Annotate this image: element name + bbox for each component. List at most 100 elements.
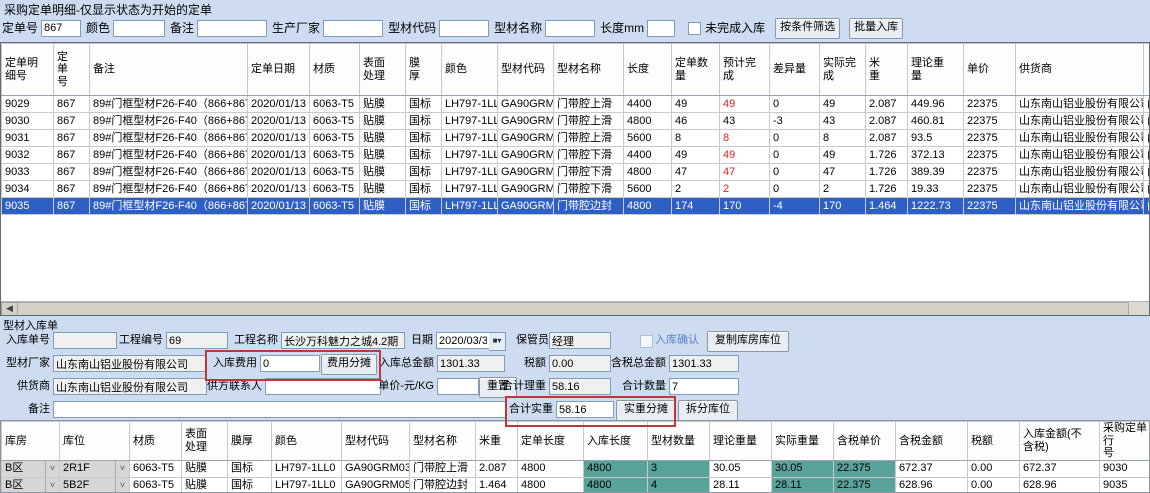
filter-input-1[interactable]	[41, 20, 81, 37]
cell: 4800	[624, 198, 672, 215]
cell: 30.05	[772, 460, 834, 477]
tax-label: 税额	[516, 355, 546, 372]
filter-input-5[interactable]	[439, 20, 489, 37]
table-row[interactable]: 903586789#门框型材F26-F40（866+867）2020/01/13…	[2, 198, 1150, 215]
cell: 9035	[1100, 477, 1150, 493]
cell: 9029	[2, 96, 54, 113]
fee-share-button[interactable]: 费用分摊	[321, 354, 377, 375]
cell: LH797-1LL0	[272, 477, 342, 493]
cell: 山东南山铝业股份有限公司	[1016, 96, 1144, 113]
cell: 6063-T5	[310, 198, 360, 215]
filter-label: 定单号	[2, 20, 38, 37]
total-amount-label: 入库总金额	[378, 355, 434, 372]
cell: 22.375	[834, 477, 896, 493]
cell: 672.37	[896, 460, 968, 477]
header-cell: 含税金额	[896, 422, 968, 461]
split-location-button[interactable]: 拆分库位	[678, 400, 738, 421]
filter-by-condition-button[interactable]: 按条件筛选	[775, 18, 840, 39]
total-amount-field[interactable]	[437, 355, 505, 372]
project-name-field[interactable]	[281, 332, 405, 349]
cell: LH797-1LL0	[442, 130, 498, 147]
header-cell: 理论重 量	[908, 44, 964, 96]
cell: 28.11	[772, 477, 834, 493]
cell: 国标	[406, 198, 442, 215]
filter-input-3[interactable]	[197, 20, 267, 37]
cell: 0	[770, 96, 820, 113]
table-row[interactable]: 903386789#门框型材F26-F40（866+867）2020/01/13…	[2, 164, 1150, 181]
filter-input-2[interactable]	[113, 20, 165, 37]
inbound-confirm-checkbox[interactable]	[640, 335, 653, 348]
project-no-field[interactable]	[166, 332, 228, 349]
date-field[interactable]	[436, 332, 490, 349]
cell: 门带腔边封	[554, 198, 624, 215]
total-theoretical-label: 合计理重	[500, 378, 546, 395]
receipt-no-field[interactable]	[53, 332, 117, 349]
cell: 4800	[624, 164, 672, 181]
batch-inbound-button[interactable]: 批量入库	[849, 18, 903, 39]
header-cell: 材质	[130, 422, 182, 461]
calendar-dropdown-icon[interactable]: ■▾	[489, 332, 506, 351]
total-qty-field[interactable]	[669, 378, 739, 395]
cell: 174	[672, 198, 720, 215]
header-cell: 预计完 成	[720, 44, 770, 96]
total-with-tax-field[interactable]	[669, 355, 739, 372]
remark-field[interactable]	[53, 401, 507, 418]
cell: 867	[54, 181, 90, 198]
total-theoretical-field[interactable]	[549, 378, 611, 395]
header-cell	[1144, 44, 1150, 96]
keeper-field[interactable]	[549, 332, 611, 349]
cell: 2	[820, 181, 866, 198]
filter-input-4[interactable]	[323, 20, 383, 37]
dropdown-arrow-icon[interactable]: ˅	[115, 478, 129, 493]
cell: 89#门框型材F26-F40（866+867）	[90, 130, 248, 147]
copy-warehouse-button[interactable]: 复制库房库位	[707, 331, 789, 352]
cell: 山东南山铝业股份有限公司	[1016, 198, 1144, 215]
dropdown-arrow-icon[interactable]: ˅	[45, 461, 59, 477]
cell: GA90GRM05	[342, 477, 410, 493]
filter-input-6[interactable]	[545, 20, 595, 37]
dropdown-arrow-icon[interactable]: ˅	[45, 478, 59, 493]
cell: 4	[648, 477, 710, 493]
total-qty-label: 合计数量	[618, 378, 666, 395]
horizontal-scrollbar[interactable]: ◀	[1, 301, 1149, 315]
cell: 2020/01/13	[248, 181, 310, 198]
scroll-left-icon[interactable]: ◀	[1, 302, 18, 316]
table-row[interactable]: B区˅2R1F˅6063-T5贴膜国标LH797-1LL0GA90GRM03门带…	[2, 460, 1150, 477]
table-row[interactable]: 903186789#门框型材F26-F40（866+867）2020/01/13…	[2, 130, 1150, 147]
filter-input-7[interactable]	[647, 20, 675, 37]
dropdown-arrow-icon[interactable]: ˅	[115, 461, 129, 477]
table-row[interactable]: 902986789#门框型材F26-F40（866+867）2020/01/13…	[2, 96, 1150, 113]
scrollbar-thumb[interactable]	[17, 302, 1129, 316]
tax-field[interactable]	[549, 355, 611, 372]
table-row[interactable]: 903286789#门框型材F26-F40（866+867）2020/01/13…	[2, 147, 1150, 164]
supplier-field[interactable]	[53, 378, 207, 395]
cell: 国标	[406, 181, 442, 198]
table-row[interactable]: B区˅5B2F˅6063-T5贴膜国标LH797-1LL0GA90GRM05门带…	[2, 477, 1150, 493]
unfinished-checkbox[interactable]	[688, 22, 701, 35]
cell: 6063-T5	[130, 477, 182, 493]
cell: 89#门框型材F26-F40（866+867）	[90, 164, 248, 181]
filter-label: 备注	[170, 20, 194, 37]
combo-value: B区	[5, 479, 23, 491]
header-cell: 表面 处理	[360, 44, 406, 96]
cell: 22375	[964, 164, 1016, 181]
cell: LH797-1LL0	[442, 164, 498, 181]
order-detail-grid: 定单明 细号定 单 号备注定单日期材质表面 处理膜 厚颜色型材代码型材名称长度定…	[0, 42, 1150, 316]
supplier-contact-field[interactable]	[265, 378, 381, 395]
manufacturer-field[interactable]	[53, 355, 207, 372]
actual-weight-share-button[interactable]: 实重分摊	[616, 400, 676, 421]
cell: 3	[648, 460, 710, 477]
header-cell: 型材数量	[648, 422, 710, 461]
unit-price-field[interactable]	[437, 378, 479, 395]
cell: 8	[720, 130, 770, 147]
inbound-confirm-label: 入库确认	[655, 332, 703, 349]
cell: 9033	[2, 164, 54, 181]
table-row[interactable]: 903486789#门框型材F26-F40（866+867）2020/01/13…	[2, 181, 1150, 198]
cell: 4400	[624, 147, 672, 164]
cell: 2.087	[866, 96, 908, 113]
header-cell: 单价	[964, 44, 1016, 96]
table-row[interactable]: 903086789#门框型材F26-F40（866+867）2020/01/13…	[2, 113, 1150, 130]
total-actual-field[interactable]	[556, 401, 614, 418]
cell: 89#门框型材F26-F40（866+867）	[90, 147, 248, 164]
inbound-fee-field[interactable]	[260, 355, 320, 372]
